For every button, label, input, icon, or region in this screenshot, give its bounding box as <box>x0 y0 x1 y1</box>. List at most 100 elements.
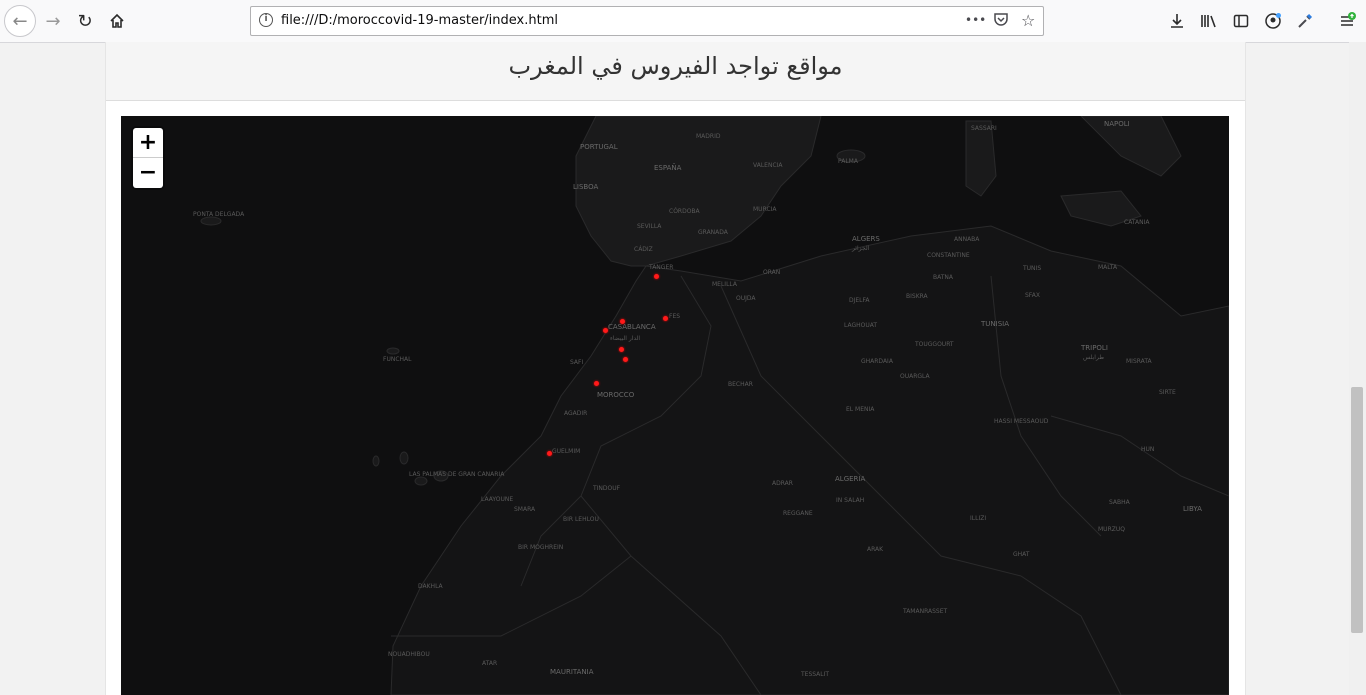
map-basemap <box>121 116 1229 695</box>
map-label-bir-moghrein: BIR MOGHREIN <box>518 544 564 551</box>
back-arrow-icon: ← <box>12 10 28 32</box>
scrollbar-thumb[interactable] <box>1351 387 1363 633</box>
map-label-casablanca-ar: الدار البيضاء <box>610 335 641 342</box>
map-label-melilla: MELILLA <box>712 281 738 288</box>
library-icon <box>1201 15 1216 28</box>
map-label-portugal: PORTUGAL <box>580 143 618 151</box>
map-label-illizi: ILLIZI <box>970 515 987 522</box>
map-label-fes: FES <box>669 313 681 320</box>
virus-location-marker[interactable] <box>623 357 628 362</box>
map-label-ghardaia: GHARDAIA <box>861 358 893 365</box>
map-label-tanger: TANGER <box>649 264 674 271</box>
map-label-constantine: CONSTANTINE <box>927 252 970 259</box>
map-label-ponta: PONTA DELGADA <box>193 211 245 218</box>
eyedropper-icon <box>1298 13 1313 28</box>
map-label-valencia: VALENCIA <box>753 162 783 169</box>
map-label-las-palmas: LAS PALMAS DE GRAN CANARIA <box>409 471 505 478</box>
map-label-guelmim: GUELMIM <box>552 448 581 455</box>
map-label-arak: ARAK <box>867 546 884 553</box>
virus-location-marker[interactable] <box>620 319 625 324</box>
map-label-sassari: SASSARI <box>971 125 997 132</box>
map-label-oran: ORAN <box>763 269 781 276</box>
map-label-libya: LIBYA <box>1183 505 1202 513</box>
page-header: مواقع تواجد الفيروس في المغرب <box>106 42 1245 101</box>
virus-location-marker[interactable] <box>547 451 552 456</box>
zoom-control: + − <box>133 128 163 188</box>
map-label-mauritania: MAURITANIA <box>550 668 594 676</box>
map-label-in-salah: IN SALAH <box>836 497 865 504</box>
map-label-algeria: ALGERIA <box>835 475 866 483</box>
map-label-nouadhibou: NOUADHIBOU <box>388 651 430 658</box>
map-label-misrata: MISRATA <box>1126 358 1152 365</box>
sidebar-button[interactable] <box>1226 6 1256 36</box>
virus-location-marker[interactable] <box>594 381 599 386</box>
map-label-agadir: AGADIR <box>564 410 588 417</box>
map-label-touggourt: TOUGGOURT <box>915 341 954 348</box>
map-label-tindouf: TINDOUF <box>593 485 621 492</box>
map-label-lisboa: LISBOA <box>573 183 599 191</box>
map-label-smara: SMARA <box>514 506 536 513</box>
reload-button[interactable]: ↻ <box>70 6 100 36</box>
map-label-djelfa: DJELFA <box>849 297 870 304</box>
map-label-murcia: MURCIA <box>753 206 777 213</box>
browser-toolbar: ← → ↻ i file:///D:/moroccovid-19-master/… <box>0 0 1366 43</box>
info-icon[interactable]: i <box>259 13 273 27</box>
map-label-bir-lehlou: BIR LEHLOU <box>563 516 599 523</box>
sidebar-icon <box>1233 14 1249 28</box>
map-label-tunis: TUNIS <box>1023 265 1042 272</box>
map-label-atar: ATAR <box>482 660 498 667</box>
map-label-morocco: MOROCCO <box>597 391 635 399</box>
back-button[interactable]: ← <box>4 5 36 37</box>
map-label-tunisia: TUNISIA <box>981 320 1009 328</box>
map-label-cordoba: CÓRDOBA <box>669 208 700 215</box>
map-label-tamanrasset: TAMANRASSET <box>903 608 948 615</box>
map-label-funchal: FUNCHAL <box>383 356 412 363</box>
eyedropper-button[interactable] <box>1290 6 1320 36</box>
map-label-algers-ar: الجزائر <box>852 245 870 252</box>
map-label-dakhla: DAKHLA <box>418 583 443 590</box>
home-button[interactable] <box>102 6 132 36</box>
map-label-tripoli-ar: طرابلس <box>1083 354 1105 361</box>
map-label-annaba: ANNABA <box>954 236 980 243</box>
map-label-hun: HUN <box>1141 446 1155 453</box>
map[interactable]: MADRID PORTUGAL ESPAÑA LISBOA SEVILLA CÓ… <box>121 116 1229 695</box>
virus-location-marker[interactable] <box>654 274 659 279</box>
pocket-icon[interactable] <box>993 11 1009 31</box>
account-icon <box>1265 13 1281 29</box>
page-scrollbar[interactable] <box>1349 42 1366 695</box>
map-label-batna: BATNA <box>933 274 954 281</box>
account-button[interactable] <box>1258 6 1288 36</box>
page-title: مواقع تواجد الفيروس في المغرب <box>508 52 843 80</box>
bookmark-star-icon[interactable]: ☆ <box>1021 11 1035 30</box>
map-label-malta: MALTA <box>1098 264 1118 271</box>
map-label-laayoune: LAAYOUNE <box>481 496 514 503</box>
map-label-murzuq: MURZUQ <box>1098 526 1125 533</box>
zoom-out-button[interactable]: − <box>133 158 163 188</box>
downloads-button[interactable] <box>1162 6 1192 36</box>
map-label-laghouat: LAGHOUAT <box>844 322 878 329</box>
zoom-in-button[interactable]: + <box>133 128 163 158</box>
home-icon <box>110 13 124 28</box>
map-label-sirte: SIRTE <box>1159 389 1176 396</box>
map-label-oujda: OUJDA <box>736 295 756 302</box>
map-label-cadiz: CÁDIZ <box>634 246 653 253</box>
map-label-granada: GRANADA <box>698 229 728 236</box>
map-label-ouargla: OUARGLA <box>900 373 930 380</box>
map-label-biskra: BISKRA <box>906 293 928 300</box>
menu-button[interactable] <box>1332 6 1362 36</box>
map-label-tripoli: TRIPOLI <box>1081 344 1108 352</box>
library-button[interactable] <box>1194 6 1224 36</box>
map-label-bechar: BECHAR <box>728 381 753 388</box>
map-label-reggane: REGGANE <box>783 510 813 517</box>
url-text[interactable]: file:///D:/moroccovid-19-master/index.ht… <box>281 13 558 28</box>
virus-location-marker[interactable] <box>663 316 668 321</box>
virus-location-marker[interactable] <box>619 347 624 352</box>
reload-icon: ↻ <box>77 10 93 32</box>
hamburger-menu-icon <box>1341 12 1356 26</box>
map-label-catania: CATANIA <box>1124 219 1150 226</box>
address-bar[interactable]: i file:///D:/moroccovid-19-master/index.… <box>250 6 1044 36</box>
map-label-napoli: NAPOLI <box>1104 120 1130 128</box>
virus-location-marker[interactable] <box>603 328 608 333</box>
forward-button[interactable]: → <box>38 6 68 36</box>
page-actions-button[interactable]: ••• <box>965 13 986 27</box>
